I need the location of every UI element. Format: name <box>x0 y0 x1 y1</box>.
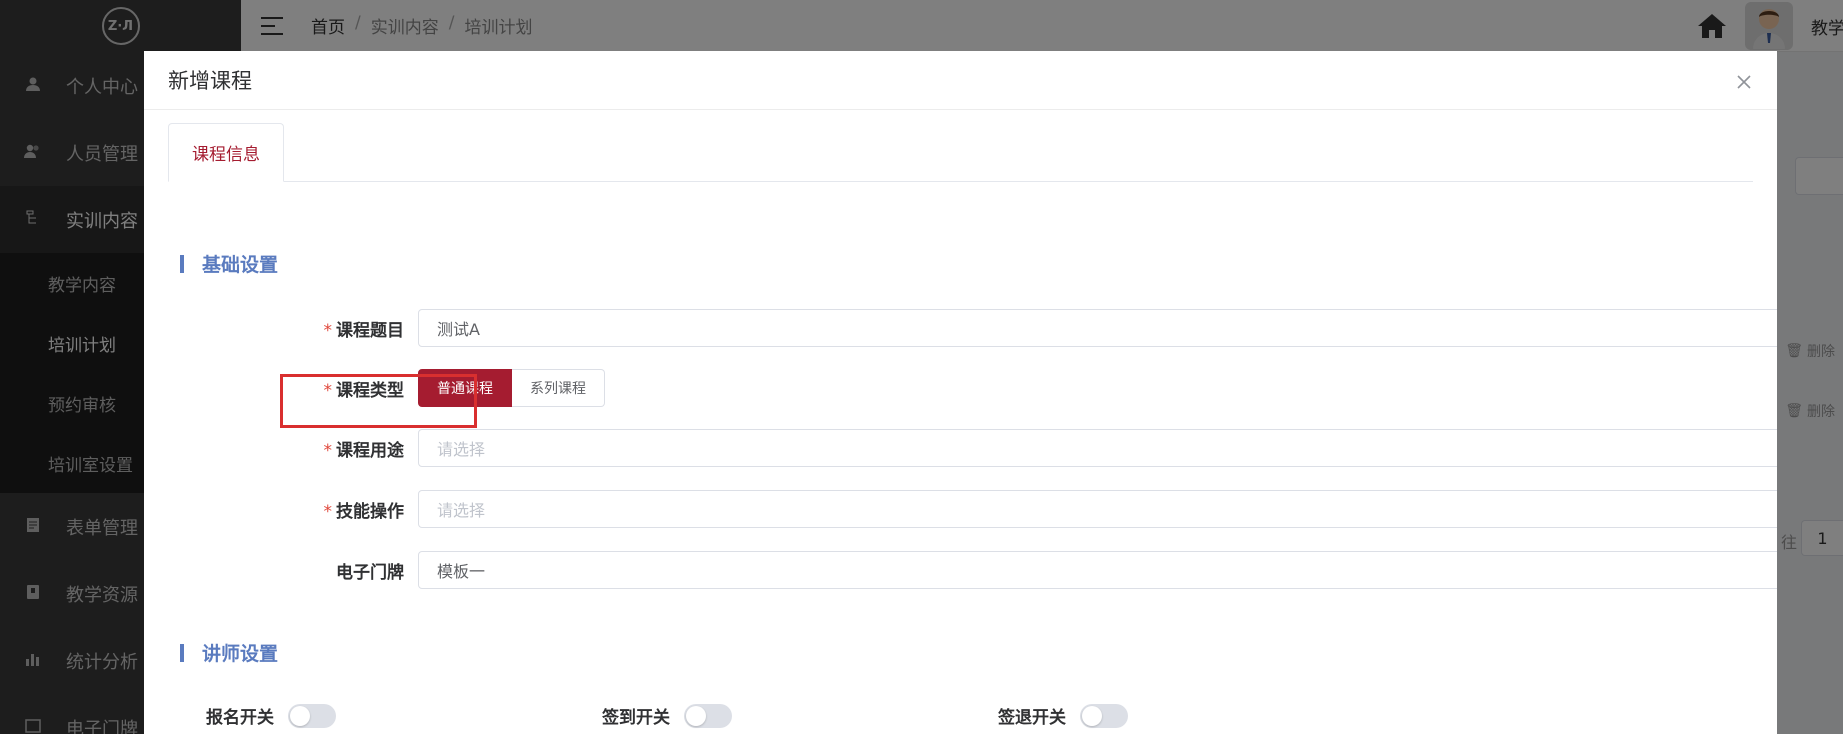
switch-label-checkout: 签退开关 <box>998 708 1066 728</box>
course-title-input[interactable]: 测试A <box>418 309 1777 347</box>
form-row-course-type: * 课程类型 普通课程 系列课程 <box>144 369 605 407</box>
switch-row-checkout: 签退开关 <box>998 703 1128 728</box>
form-label-course-title: * 课程题目 <box>323 320 405 341</box>
required-mark: * <box>323 501 333 522</box>
toggle-knob <box>1082 705 1102 726</box>
dialog-title: 新增课程 <box>168 69 252 93</box>
switch-row-checkin: 签到开关 <box>602 703 732 728</box>
input-value: 测试A <box>437 320 480 339</box>
form-label-course-type: * 课程类型 <box>323 380 405 401</box>
select-value: 模板一 <box>437 562 486 581</box>
form-label-e-doorplate: 电子门牌 <box>336 562 404 583</box>
course-type-regular-button[interactable]: 普通课程 <box>418 369 512 407</box>
form-label-skill-operation: * 技能操作 <box>323 501 405 522</box>
required-mark: * <box>323 440 333 461</box>
course-usage-select[interactable]: 请选择 <box>418 429 1777 467</box>
select-placeholder: 请选择 <box>437 501 486 520</box>
toggle-knob <box>686 705 706 726</box>
switch-label-signup: 报名开关 <box>206 708 274 728</box>
switch-row-signup: 报名开关 <box>206 703 336 728</box>
dialog-tabs: 课程信息 <box>168 123 1753 182</box>
tab-course-info[interactable]: 课程信息 <box>168 123 284 182</box>
checkout-toggle[interactable] <box>1080 703 1128 728</box>
section-bar <box>180 254 184 273</box>
section-title: 讲师设置 <box>202 643 279 665</box>
form-row-course-usage: * 课程用途 请选择 <box>144 429 1777 467</box>
switch-label-checkin: 签到开关 <box>602 708 670 728</box>
section-lecturer-settings: 讲师设置 <box>180 639 278 666</box>
form-row-e-doorplate: 电子门牌 模板一 <box>144 551 1777 589</box>
close-icon[interactable] <box>1735 73 1753 91</box>
course-type-button-group: 普通课程 系列课程 <box>418 369 605 407</box>
checkin-toggle[interactable] <box>684 703 732 728</box>
course-type-series-button[interactable]: 系列课程 <box>512 369 605 407</box>
e-doorplate-select[interactable]: 模板一 <box>418 551 1777 589</box>
required-mark: * <box>323 320 333 341</box>
form-row-skill-operation: * 技能操作 请选择 <box>144 490 1777 528</box>
toggle-knob <box>290 705 310 726</box>
add-course-dialog: 新增课程 课程信息 基础设置 * 课程题目 测试A * 课程类型 普通课程 系列课程… <box>144 51 1777 734</box>
section-title: 基础设置 <box>202 254 279 276</box>
dialog-header: 新增课程 <box>144 51 1777 110</box>
section-bar <box>180 643 184 662</box>
required-mark: * <box>323 380 333 401</box>
section-basic-settings: 基础设置 <box>180 250 278 277</box>
form-label-course-usage: * 课程用途 <box>323 440 405 461</box>
skill-operation-select[interactable]: 请选择 <box>418 490 1777 528</box>
select-placeholder: 请选择 <box>437 440 486 459</box>
form-row-course-title: * 课程题目 测试A <box>144 309 1777 347</box>
signup-toggle[interactable] <box>288 703 336 728</box>
